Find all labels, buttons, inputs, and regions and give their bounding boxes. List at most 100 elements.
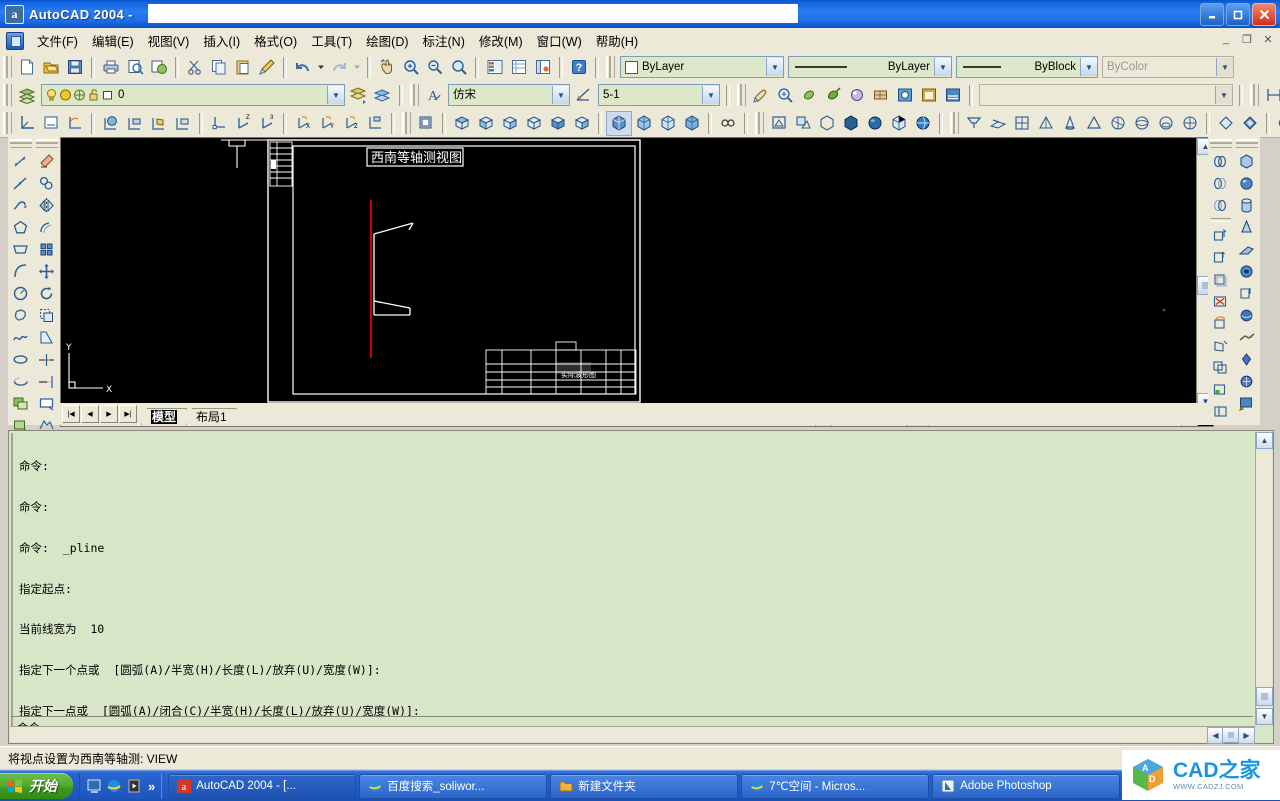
setup-profile-icon[interactable] xyxy=(815,112,839,135)
menu-draw[interactable]: 绘图(D) xyxy=(359,28,415,53)
open-icon[interactable] xyxy=(39,56,63,79)
layer-previous-icon[interactable] xyxy=(347,84,371,107)
box-icon[interactable] xyxy=(839,112,863,135)
chevron-down-icon[interactable]: ▼ xyxy=(552,86,569,104)
ne-isometric-icon[interactable] xyxy=(656,112,680,135)
rotate-icon[interactable] xyxy=(34,282,58,304)
help-icon[interactable]: ? xyxy=(567,56,591,79)
render-icon[interactable] xyxy=(749,84,773,107)
extrude-face-icon[interactable] xyxy=(1208,224,1232,246)
dome-icon[interactable] xyxy=(1130,112,1154,135)
imprint-icon[interactable] xyxy=(1208,400,1232,422)
back-view-icon[interactable] xyxy=(570,112,594,135)
world-ucs-icon[interactable] xyxy=(99,112,123,135)
move-face-icon[interactable] xyxy=(1208,246,1232,268)
rotate-face-icon[interactable] xyxy=(1208,312,1232,334)
polysolid-icon[interactable] xyxy=(962,112,986,135)
pyramid-icon[interactable] xyxy=(1082,112,1106,135)
cut-icon[interactable] xyxy=(183,56,207,79)
undo-dropdown-icon[interactable] xyxy=(315,56,327,79)
se-isometric-icon[interactable] xyxy=(632,112,656,135)
linear-dimension-icon[interactable] xyxy=(1262,84,1280,107)
tab-model[interactable]: 模型 xyxy=(141,408,187,425)
revision-cloud-icon[interactable] xyxy=(8,304,32,326)
polygon-icon[interactable] xyxy=(8,216,32,238)
offset-face-icon[interactable] xyxy=(1208,268,1232,290)
menu-window[interactable]: 窗口(W) xyxy=(530,28,589,53)
fog-icon[interactable] xyxy=(941,84,965,107)
linetype-control-combo[interactable]: ByLayer ▼ xyxy=(788,56,952,78)
command-vertical-scrollbar[interactable]: ▲ ▼ xyxy=(1255,432,1272,725)
3d-mesh-icon[interactable] xyxy=(1234,326,1258,348)
color-control-combo[interactable]: ByLayer ▼ xyxy=(620,56,784,78)
menu-format[interactable]: 格式(O) xyxy=(247,28,304,53)
layer-manager-icon[interactable] xyxy=(15,84,39,107)
mirror-icon[interactable] xyxy=(34,194,58,216)
top-view-icon[interactable] xyxy=(450,112,474,135)
task-baidu[interactable]: 百度搜索_soliwor... xyxy=(359,774,547,799)
polyline-icon[interactable] xyxy=(8,194,32,216)
toolbar-grip[interactable] xyxy=(36,139,58,148)
delete-face-icon[interactable] xyxy=(1208,290,1232,312)
named-views-icon[interactable] xyxy=(414,112,438,135)
mdi-restore-icon[interactable]: ❐ xyxy=(1240,33,1254,46)
3d-orbit-icon[interactable] xyxy=(1234,304,1258,326)
3d-cylinder-icon[interactable] xyxy=(1234,194,1258,216)
break-at-point-icon[interactable] xyxy=(34,392,58,414)
materials-icon[interactable] xyxy=(845,84,869,107)
render-3d-icon[interactable] xyxy=(1234,392,1258,414)
last-tab-icon[interactable]: ▶| xyxy=(119,405,137,423)
ellipse-icon[interactable] xyxy=(8,348,32,370)
toolbar-grip[interactable] xyxy=(1250,84,1259,106)
chevron-down-icon[interactable]: ▼ xyxy=(1080,58,1097,76)
scene-icon[interactable] xyxy=(893,84,917,107)
task-autocad[interactable]: a AutoCAD 2004 - [... xyxy=(168,774,356,799)
menu-edit[interactable]: 编辑(E) xyxy=(85,28,141,53)
view-ucs-icon[interactable] xyxy=(171,112,195,135)
drawing-area[interactable]: 西南等轴测视图 xyxy=(60,137,1214,427)
background-icon[interactable] xyxy=(917,84,941,107)
origin-ucs-icon[interactable] xyxy=(207,112,231,135)
nw-isometric-icon[interactable] xyxy=(680,112,704,135)
3point-ucs-icon[interactable]: 3 xyxy=(255,112,279,135)
redo-icon[interactable] xyxy=(327,56,351,79)
toolbar-grip[interactable] xyxy=(1236,139,1258,148)
prev-tab-icon[interactable]: ◀ xyxy=(81,405,99,423)
lineweight-control-combo[interactable]: ByBlock ▼ xyxy=(956,56,1098,78)
toolbar-grip[interactable] xyxy=(737,84,746,106)
z-rotate-icon[interactable]: Z xyxy=(339,112,363,135)
spline-icon[interactable] xyxy=(8,326,32,348)
union-icon[interactable] xyxy=(1274,112,1280,135)
slice-icon[interactable] xyxy=(986,112,1010,135)
new-icon[interactable] xyxy=(15,56,39,79)
intersect-solid-icon[interactable] xyxy=(1208,194,1232,216)
first-tab-icon[interactable]: |◀ xyxy=(62,405,80,423)
menu-insert[interactable]: 插入(I) xyxy=(196,28,247,53)
stretch-icon[interactable] xyxy=(34,326,58,348)
menu-file[interactable]: 文件(F) xyxy=(30,28,85,53)
maximize-icon[interactable] xyxy=(1226,3,1250,26)
internet-explorer-icon[interactable] xyxy=(106,778,122,794)
tab-layout1[interactable]: 布局1 xyxy=(186,408,237,425)
camera-icon[interactable] xyxy=(716,112,740,135)
task-photoshop[interactable]: Adobe Photoshop xyxy=(932,774,1120,799)
cone-icon[interactable] xyxy=(1058,112,1082,135)
construction-line-icon[interactable] xyxy=(8,172,32,194)
command-horizontal-scrollbar[interactable]: ◀ ▶ xyxy=(10,726,1255,742)
quick-launch-more-icon[interactable]: » xyxy=(148,779,155,794)
close-icon[interactable] xyxy=(1252,3,1276,26)
ucs-manager-icon[interactable] xyxy=(39,112,63,135)
chevron-down-icon[interactable]: ▼ xyxy=(766,58,783,76)
sphere-icon[interactable] xyxy=(863,112,887,135)
toolbar-grip[interactable] xyxy=(3,84,12,106)
bottom-view-icon[interactable] xyxy=(474,112,498,135)
dim-style-icon[interactable] xyxy=(572,84,596,107)
toolbar-grip[interactable] xyxy=(402,112,411,134)
lights-icon[interactable] xyxy=(797,84,821,107)
start-button[interactable]: 开始 xyxy=(0,773,73,799)
erase-icon[interactable] xyxy=(34,150,58,172)
scroll-down-icon[interactable]: ▼ xyxy=(1256,708,1273,725)
materials-3d-icon[interactable] xyxy=(1234,370,1258,392)
properties-icon[interactable] xyxy=(483,56,507,79)
3d-wedge-icon[interactable] xyxy=(1234,238,1258,260)
